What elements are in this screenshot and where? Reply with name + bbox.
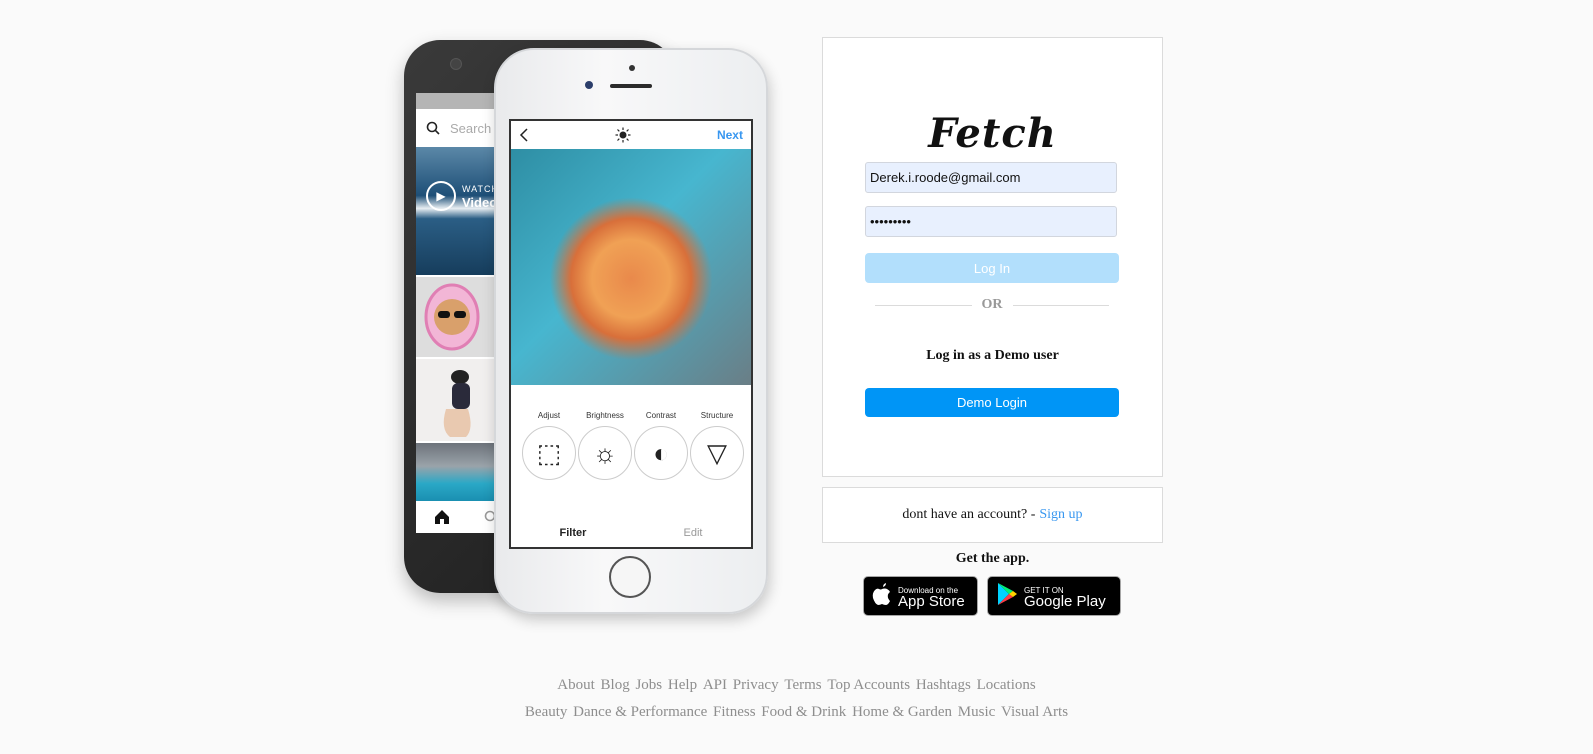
- footer-link-food-drink[interactable]: Food & Drink: [761, 704, 846, 720]
- apple-icon: [872, 582, 892, 610]
- editor-tools: Adjust ⬚ Brightness ☼ Contrast ◐ Structu…: [511, 385, 751, 480]
- home-button: [609, 556, 651, 598]
- ocean-photo-tile: [416, 147, 506, 275]
- footer-link-top-accounts[interactable]: Top Accounts: [827, 677, 910, 693]
- footer-link-jobs[interactable]: Jobs: [635, 677, 662, 693]
- front-phone-sensor: [629, 65, 635, 71]
- signup-prompt: dont have an account? -: [902, 507, 1036, 522]
- app-store-big-text: App Store: [898, 593, 965, 610]
- footer-link-visual-arts[interactable]: Visual Arts: [1001, 704, 1068, 720]
- adjust-icon: ⬚: [522, 426, 576, 480]
- or-divider: OR: [875, 297, 1109, 313]
- footer-link-help[interactable]: Help: [668, 677, 697, 693]
- front-phone-screen: Next Adjust ⬚ Brightness ☼ Contrast ◐ St…: [509, 119, 753, 549]
- password-input[interactable]: [865, 206, 1117, 237]
- app-store-badge[interactable]: Download on the App Store: [863, 576, 978, 616]
- signup-card: dont have an account? - Sign up: [822, 487, 1163, 543]
- footer-link-about[interactable]: About: [557, 677, 595, 693]
- tool-structure-label: Structure: [700, 411, 734, 420]
- login-card: Fetch Log In OR Log in as a Demo user De…: [822, 37, 1163, 477]
- footer-link-privacy[interactable]: Privacy: [733, 677, 779, 693]
- dog-photo-tile: [416, 359, 506, 441]
- footer-link-music[interactable]: Music: [958, 704, 996, 720]
- beach-photo-tile: [416, 443, 506, 501]
- dog-illustration: [443, 370, 471, 437]
- or-text: OR: [981, 297, 1003, 312]
- lux-icon: [615, 127, 631, 143]
- signup-link[interactable]: Sign up: [1039, 507, 1082, 523]
- footer-links-row-2: Beauty Dance & Performance Fitness Food …: [0, 704, 1593, 721]
- front-phone: Next Adjust ⬚ Brightness ☼ Contrast ◐ St…: [494, 48, 768, 614]
- footer-link-dance-performance[interactable]: Dance & Performance: [573, 704, 707, 720]
- footer-link-blog[interactable]: Blog: [601, 677, 630, 693]
- footer-link-hashtags[interactable]: Hashtags: [916, 677, 971, 693]
- tool-adjust-label: Adjust: [537, 411, 561, 420]
- email-input[interactable]: [865, 162, 1117, 193]
- footer-link-home-garden[interactable]: Home & Garden: [852, 704, 952, 720]
- google-play-big-text: Google Play: [1024, 593, 1106, 610]
- google-play-badge[interactable]: GET IT ON Google Play: [987, 576, 1121, 616]
- tool-adjust: Adjust ⬚: [521, 411, 577, 480]
- footer-link-beauty[interactable]: Beauty: [525, 704, 568, 720]
- succulent-photo: [511, 149, 751, 385]
- structure-icon: ▽: [690, 426, 744, 480]
- next-link: Next: [716, 128, 743, 142]
- footer-link-locations[interactable]: Locations: [977, 677, 1036, 693]
- get-app-title: Get the app.: [955, 551, 1030, 566]
- cat-photo-tile: [416, 277, 506, 357]
- brightness-icon: ☼: [578, 426, 632, 480]
- google-play-icon: [996, 582, 1018, 610]
- home-icon: [435, 510, 449, 524]
- front-phone-camera: [585, 81, 593, 89]
- footer-links-row-1: About Blog Jobs Help API Privacy Terms T…: [0, 677, 1593, 694]
- demo-user-label: Log in as a Demo user: [926, 348, 1059, 363]
- back-search-placeholder: Search: [450, 120, 492, 136]
- tool-brightness: Brightness ☼: [577, 411, 633, 480]
- chevron-left-icon: [519, 128, 528, 142]
- search-icon: [426, 121, 440, 135]
- footer-link-fitness[interactable]: Fitness: [713, 704, 756, 720]
- demo-login-button[interactable]: Demo Login: [865, 388, 1119, 417]
- front-phone-speaker: [610, 84, 652, 88]
- contrast-icon: ◐: [634, 426, 688, 480]
- watch-video-overlay: ▶ WATCH Video: [426, 181, 499, 211]
- back-phone-camera: [450, 58, 462, 70]
- footer-link-api[interactable]: API: [703, 677, 727, 693]
- tab-filter: Filter: [559, 527, 587, 539]
- cat-illustration: [424, 283, 480, 351]
- play-icon: ▶: [426, 181, 456, 211]
- login-page: Search ▶ WATCH Video Next Adjust ⬚ Brigh…: [0, 0, 1593, 754]
- footer-link-terms[interactable]: Terms: [784, 677, 821, 693]
- or-line-right: [1012, 304, 1109, 306]
- tool-structure: Structure ▽: [689, 411, 745, 480]
- tool-contrast: Contrast ◐: [633, 411, 689, 480]
- tool-contrast-label: Contrast: [645, 411, 677, 420]
- phones-illustration: Search ▶ WATCH Video Next Adjust ⬚ Brigh…: [404, 38, 774, 618]
- fetch-logo: Fetch: [928, 110, 1057, 157]
- or-line-left: [875, 304, 972, 306]
- editor-tabs: Filter Edit: [511, 527, 751, 539]
- tab-edit: Edit: [683, 527, 703, 539]
- login-button[interactable]: Log In: [865, 253, 1119, 283]
- tool-brightness-label: Brightness: [586, 411, 624, 420]
- editor-top-bar: Next: [511, 121, 751, 149]
